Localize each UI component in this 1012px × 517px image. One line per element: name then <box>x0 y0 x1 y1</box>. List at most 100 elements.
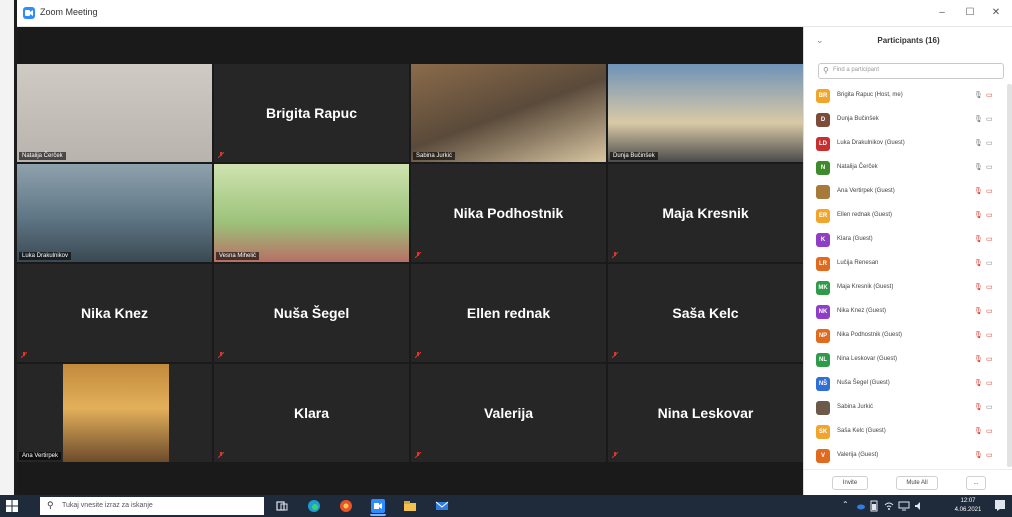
windows-start-icon[interactable] <box>4 498 20 514</box>
muted-mic-icon[interactable]: 🎙 <box>974 187 983 195</box>
video-off-icon[interactable]: ▭ <box>986 379 993 387</box>
participant-row[interactable]: SK Saša Kelc (Guest) 🎙 ▭ <box>804 420 1007 444</box>
video-off-icon[interactable]: ▭ <box>986 91 993 99</box>
task-view-icon[interactable] <box>274 498 290 514</box>
invite-button[interactable]: Invite <box>832 476 868 490</box>
zoom-taskbar-icon[interactable] <box>370 498 386 516</box>
video-tile[interactable]: Sabina Jurkić <box>411 64 606 162</box>
video-tile[interactable]: Ana Vertirpek <box>17 364 212 462</box>
window-titlebar[interactable]: Zoom Meeting – ☐ ✕ <box>17 0 1012 27</box>
participant-name: Brigita Rapuc (Host, me) <box>837 92 903 98</box>
video-tile[interactable]: Brigita Rapuc <box>214 64 409 162</box>
avatar: D <box>816 113 830 127</box>
video-icon[interactable]: ▭ <box>986 115 993 123</box>
video-tile[interactable]: Klara <box>214 364 409 462</box>
muted-mic-icon <box>415 252 421 258</box>
participant-name: Nika Knez <box>81 305 148 321</box>
tray-cloud-icon[interactable] <box>856 501 866 511</box>
video-off-icon[interactable]: ▭ <box>986 211 993 219</box>
participant-row[interactable]: LD Luka Drakulnikov (Guest) 🎙 ▭ <box>804 132 1007 156</box>
battery-icon[interactable] <box>870 500 878 512</box>
network-icon[interactable] <box>898 501 910 511</box>
video-tile[interactable]: Nuša Šegel <box>214 264 409 362</box>
muted-mic-icon[interactable]: 🎙 <box>974 211 983 219</box>
video-off-icon[interactable]: ▭ <box>986 307 993 315</box>
video-off-icon[interactable]: ▭ <box>986 427 993 435</box>
participant-row[interactable]: NP Nika Podhostnik (Guest) 🎙 ▭ <box>804 324 1007 348</box>
muted-mic-icon[interactable]: 🎙 <box>974 283 983 291</box>
wifi-icon[interactable] <box>884 501 894 511</box>
video-icon[interactable]: ▭ <box>986 403 993 411</box>
mic-icon[interactable]: 🎙 <box>974 163 983 171</box>
mic-icon[interactable]: 🎙 <box>974 139 983 147</box>
windows-taskbar: ⚲ Tukaj vnesite izraz za iskanje ⌃ 12:07… <box>0 495 1012 517</box>
participant-row[interactable]: NL Nina Leskovar (Guest) 🎙 ▭ <box>804 348 1007 372</box>
video-off-icon[interactable]: ▭ <box>986 283 993 291</box>
participant-row[interactable]: N Natalija Čerček 🎙 ▭ <box>804 156 1007 180</box>
participant-search-input[interactable]: ⚲ Find a participant <box>818 63 1004 79</box>
muted-mic-icon[interactable]: 🎙 <box>974 355 983 363</box>
video-tile[interactable]: Maja Kresnik <box>608 164 803 262</box>
volume-icon[interactable] <box>914 501 924 511</box>
video-icon[interactable]: ▭ <box>986 139 993 147</box>
minimize-button[interactable]: – <box>931 4 953 22</box>
video-tile[interactable]: Nina Leskovar <box>608 364 803 462</box>
participant-row[interactable]: NŠ Nuša Šegel (Guest) 🎙 ▭ <box>804 372 1007 396</box>
video-tile[interactable]: Nika Knez <box>17 264 212 362</box>
video-off-icon[interactable]: ▭ <box>986 355 993 363</box>
video-icon[interactable]: ▭ <box>986 259 993 267</box>
participant-row[interactable]: D Dunja Bučinšek 🎙 ▭ <box>804 108 1007 132</box>
video-off-icon[interactable]: ▭ <box>986 235 993 243</box>
video-icon[interactable]: ▭ <box>986 163 993 171</box>
muted-mic-icon[interactable]: 🎙 <box>974 259 983 267</box>
muted-mic-icon[interactable]: 🎙 <box>974 307 983 315</box>
more-options-button[interactable]: ... <box>966 476 986 490</box>
video-off-icon[interactable]: ▭ <box>986 331 993 339</box>
participant-row[interactable]: LR Lučija Renesan 🎙 ▭ <box>804 252 1007 276</box>
mail-icon[interactable] <box>434 498 450 514</box>
participant-row[interactable]: BR Brigita Rapuc (Host, me) 🎙 ▭ <box>804 84 1007 108</box>
participant-row[interactable]: K Klara (Guest) 🎙 ▭ <box>804 228 1007 252</box>
notification-center-icon[interactable] <box>994 499 1006 511</box>
participants-panel: ⌄ Participants (16) ⚲ Find a participant… <box>803 27 1012 495</box>
participant-row[interactable]: V Valerija (Guest) 🎙 ▭ <box>804 444 1007 468</box>
maximize-button[interactable]: ☐ <box>959 4 981 22</box>
participant-row[interactable]: Ana Vertirpek (Guest) 🎙 ▭ <box>804 180 1007 204</box>
muted-mic-icon[interactable]: 🎙 <box>974 235 983 243</box>
muted-mic-icon <box>415 352 421 358</box>
muted-mic-icon[interactable]: 🎙 <box>974 403 983 411</box>
muted-mic-icon[interactable]: 🎙 <box>974 451 983 459</box>
muted-mic-icon[interactable]: 🎙 <box>974 427 983 435</box>
tray-chevron-up-icon[interactable]: ⌃ <box>842 500 849 509</box>
participant-row[interactable]: NK Nika Knez (Guest) 🎙 ▭ <box>804 300 1007 324</box>
office-icon[interactable] <box>338 498 354 514</box>
participant-row[interactable]: MK Maja Kresnik (Guest) 🎙 ▭ <box>804 276 1007 300</box>
avatar: NL <box>816 353 830 367</box>
muted-mic-icon[interactable]: 🎙 <box>974 379 983 387</box>
file-explorer-icon[interactable] <box>402 498 418 514</box>
video-tile[interactable]: Nika Podhostnik <box>411 164 606 262</box>
video-tile[interactable]: Dunja Bučinšek <box>608 64 803 162</box>
muted-mic-icon <box>612 252 618 258</box>
video-tile[interactable]: Valerija <box>411 364 606 462</box>
mic-icon[interactable]: 🎙 <box>974 115 983 123</box>
mic-icon[interactable]: 🎙 <box>974 91 983 99</box>
video-tile[interactable]: Vesna Mihelič <box>214 164 409 262</box>
video-tile[interactable]: Saša Kelc <box>608 264 803 362</box>
edge-browser-icon[interactable] <box>306 498 322 514</box>
video-tile[interactable]: Luka Drakulnikov <box>17 164 212 262</box>
participant-list-scrollbar[interactable] <box>1007 84 1012 467</box>
mute-all-button[interactable]: Mute All <box>896 476 938 490</box>
taskbar-clock[interactable]: 12:07 4.06.2021 <box>951 497 985 515</box>
video-off-icon[interactable]: ▭ <box>986 187 993 195</box>
video-tile[interactable]: Natalija Čerček <box>17 64 212 162</box>
video-tile[interactable]: Ellen rednak <box>411 264 606 362</box>
participant-row[interactable]: ER Ellen rednak (Guest) 🎙 ▭ <box>804 204 1007 228</box>
clock-date: 4.06.2021 <box>954 507 982 513</box>
taskbar-search-box[interactable]: ⚲ Tukaj vnesite izraz za iskanje <box>40 497 264 515</box>
clock-time: 12:07 <box>960 498 976 504</box>
participant-row[interactable]: Sabina Jurkić 🎙 ▭ <box>804 396 1007 420</box>
muted-mic-icon[interactable]: 🎙 <box>974 331 983 339</box>
video-off-icon[interactable]: ▭ <box>986 451 993 459</box>
close-button[interactable]: ✕ <box>985 4 1007 22</box>
